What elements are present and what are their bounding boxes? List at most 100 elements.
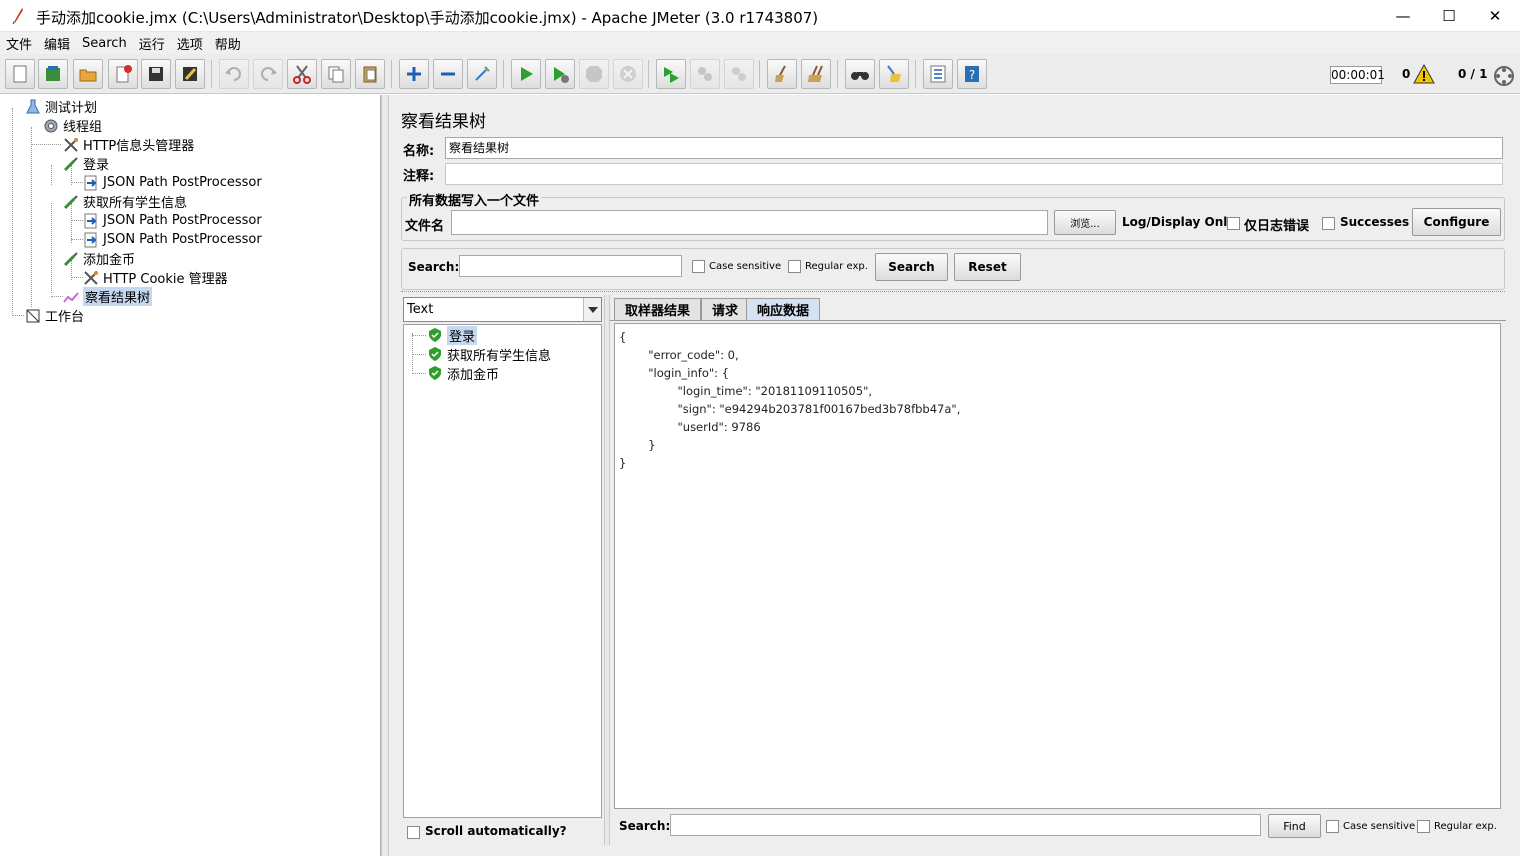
tree-node-test-plan[interactable]: 测试计划 <box>24 97 97 116</box>
find-button[interactable]: Find <box>1268 814 1321 838</box>
pane-splitter[interactable] <box>381 95 389 856</box>
workbench-icon <box>24 307 42 325</box>
tree-node-json-pp-1[interactable]: JSON Path PostProcessor <box>82 173 262 192</box>
title-bar: 手动添加cookie.jmx (C:\Users\Administrator\D… <box>0 0 1520 32</box>
search-input[interactable] <box>459 255 682 277</box>
tree-node-cookie-manager[interactable]: HTTP Cookie 管理器 <box>82 268 228 287</box>
clear-button[interactable] <box>767 59 797 89</box>
menu-search[interactable]: Search <box>82 36 127 51</box>
result-item-label: 获取所有学生信息 <box>447 348 552 364</box>
cut-button[interactable] <box>287 59 317 89</box>
templates-icon <box>46 66 60 81</box>
undo-button[interactable] <box>219 59 249 89</box>
shutdown-icon <box>620 66 636 82</box>
tab-response-data[interactable]: 响应数据 <box>746 298 821 320</box>
copy-icon <box>328 66 344 83</box>
menu-help[interactable]: 帮助 <box>215 34 241 53</box>
wrench-icon <box>62 136 80 154</box>
stop-icon <box>586 66 602 82</box>
scroll-auto-checkbox[interactable] <box>407 826 420 839</box>
successes-checkbox[interactable] <box>1322 217 1335 230</box>
sampler-pipette-icon <box>62 193 80 211</box>
menu-edit[interactable]: 编辑 <box>44 34 70 53</box>
open-button[interactable] <box>73 59 103 89</box>
copy-button[interactable] <box>321 59 351 89</box>
chevron-down-icon[interactable] <box>583 298 601 321</box>
filename-input[interactable] <box>451 210 1048 235</box>
menu-file[interactable]: 文件 <box>6 34 32 53</box>
results-divider[interactable] <box>401 291 1505 295</box>
tree-label: JSON Path PostProcessor <box>103 232 262 247</box>
clear-all-button[interactable] <box>801 59 831 89</box>
start-button[interactable] <box>511 59 541 89</box>
search-button-toolbar[interactable] <box>845 59 875 89</box>
maximize-button[interactable]: ☐ <box>1426 0 1472 32</box>
case-sensitive-checkbox[interactable] <box>692 260 705 273</box>
toggle-button[interactable] <box>467 59 497 89</box>
shutdown-button[interactable] <box>613 59 643 89</box>
tab-request[interactable]: 请求 <box>701 298 750 320</box>
name-field[interactable]: 察看结果树 <box>445 137 1503 159</box>
redo-button[interactable] <box>253 59 283 89</box>
remote-shutdown-button[interactable] <box>724 59 754 89</box>
comment-field[interactable] <box>445 163 1503 185</box>
close-button[interactable]: ✕ <box>1472 0 1518 32</box>
reset-search-broom-icon <box>887 65 901 82</box>
tree-node-json-pp-2[interactable]: JSON Path PostProcessor <box>82 211 262 230</box>
response-case-sensitive-checkbox[interactable] <box>1326 820 1339 833</box>
name-label: 名称: <box>403 144 435 159</box>
save-button[interactable] <box>141 59 171 89</box>
remote-start-button[interactable] <box>656 59 686 89</box>
menu-run[interactable]: 运行 <box>139 34 165 53</box>
search-button[interactable]: Search <box>875 253 948 281</box>
result-item-label: 添加金币 <box>447 367 500 383</box>
tree-node-json-pp-3[interactable]: JSON Path PostProcessor <box>82 230 262 249</box>
browse-button[interactable]: 浏览... <box>1054 210 1116 235</box>
result-item-get-students[interactable]: 获取所有学生信息 <box>428 345 552 364</box>
configure-button[interactable]: Configure <box>1412 208 1501 236</box>
postprocessor-icon <box>82 231 100 249</box>
tree-node-get-students[interactable]: 获取所有学生信息 <box>62 192 187 211</box>
tree-label: 察看结果树 <box>83 287 153 306</box>
new-button[interactable] <box>5 59 35 89</box>
window-title: 手动添加cookie.jmx (C:\Users\Administrator\D… <box>36 9 819 27</box>
tree-label: HTTP Cookie 管理器 <box>103 272 228 287</box>
collapse-all-button[interactable] <box>433 59 463 89</box>
minimize-button[interactable]: — <box>1380 0 1426 32</box>
function-helper-button[interactable] <box>923 59 953 89</box>
tree-node-login[interactable]: 登录 <box>62 154 109 173</box>
tree-node-thread-group[interactable]: 线程组 <box>42 116 102 135</box>
renderer-select[interactable]: Text <box>403 297 602 322</box>
response-regexp-checkbox[interactable] <box>1417 820 1430 833</box>
response-body: { "error_code": 0, "login_info": { "logi… <box>619 330 961 470</box>
response-data-area[interactable]: { "error_code": 0, "login_info": { "logi… <box>614 323 1501 809</box>
help-button[interactable]: ? <box>957 59 987 89</box>
paste-button[interactable] <box>355 59 385 89</box>
reset-search-button[interactable] <box>879 59 909 89</box>
tree-node-workbench[interactable]: 工作台 <box>24 306 84 325</box>
stop-button[interactable] <box>579 59 609 89</box>
reset-button[interactable]: Reset <box>954 253 1021 281</box>
menu-options[interactable]: 选项 <box>177 34 203 53</box>
result-item-login[interactable]: 登录 <box>428 325 478 345</box>
start-no-pause-button[interactable] <box>545 59 575 89</box>
save-as-button[interactable] <box>175 59 205 89</box>
remote-stop-button[interactable] <box>690 59 720 89</box>
close-file-button[interactable] <box>108 59 138 89</box>
warning-icon[interactable] <box>1413 64 1435 84</box>
active-threads-count: 0 / 1 <box>1458 67 1488 81</box>
results-splitter[interactable] <box>604 295 610 845</box>
response-search-label: Search: <box>619 819 671 833</box>
errors-only-checkbox[interactable] <box>1227 217 1240 230</box>
flask-icon <box>24 98 42 116</box>
tree-node-results-tree[interactable]: 察看结果树 <box>62 287 153 306</box>
response-search-input[interactable] <box>670 814 1261 836</box>
tab-sampler-result[interactable]: 取样器结果 <box>614 298 702 320</box>
tree-node-add-coins[interactable]: 添加金币 <box>62 249 135 268</box>
expand-all-button[interactable] <box>399 59 429 89</box>
remote-start-icon <box>664 67 679 83</box>
templates-button[interactable] <box>38 59 68 89</box>
result-item-add-coins[interactable]: 添加金币 <box>428 364 500 383</box>
tree-node-header-manager[interactable]: HTTP信息头管理器 <box>62 135 194 154</box>
regexp-checkbox[interactable] <box>788 260 801 273</box>
